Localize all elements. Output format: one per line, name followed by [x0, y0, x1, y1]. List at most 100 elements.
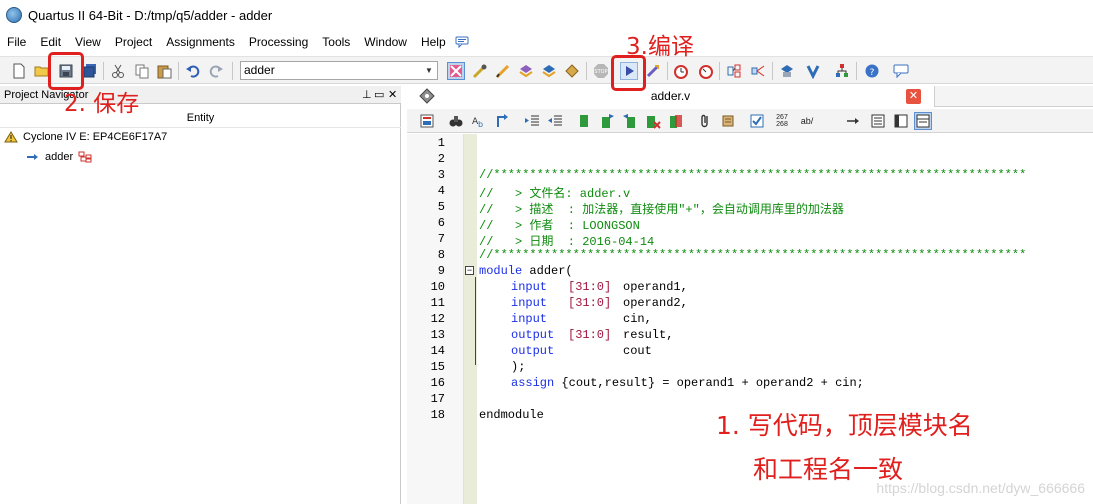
code-line: // > 作者 : LOONGSON — [479, 219, 640, 233]
line-number: 3 — [437, 168, 445, 182]
timing-analyzer-icon[interactable] — [697, 62, 715, 80]
code-line: // > 文件名: adder.v — [479, 187, 631, 201]
keyword: module — [479, 264, 523, 278]
code-line: input — [511, 280, 547, 294]
netlist-viewer-icon[interactable] — [749, 62, 767, 80]
design-partition-icon[interactable] — [447, 62, 465, 80]
split-view-icon[interactable] — [914, 112, 932, 130]
indent-icon[interactable] — [523, 112, 541, 130]
code-line: endmodule — [479, 408, 544, 422]
timing-settings-icon[interactable] — [540, 62, 558, 80]
entity-selector[interactable]: adder ▼ — [240, 61, 438, 80]
pin-icon[interactable]: ⊥ — [362, 86, 372, 104]
prev-bookmark-icon[interactable] — [621, 112, 639, 130]
code-line: assign {cout,result} = operand1 + operan… — [511, 376, 864, 390]
chip-editor-icon[interactable] — [833, 62, 851, 80]
menu-tools[interactable]: Tools — [315, 35, 357, 49]
analysis-elaboration-icon[interactable] — [644, 62, 662, 80]
menu-window[interactable]: Window — [357, 35, 414, 49]
window-title: Quartus II 64-Bit - D:/tmp/q5/adder - ad… — [28, 7, 273, 23]
editor-tab-bar: adder.v ✕ — [407, 86, 1093, 107]
stop-icon[interactable]: STOP — [592, 62, 610, 80]
code-text: adder( — [522, 264, 573, 278]
chevron-down-icon[interactable]: ▼ — [421, 62, 437, 79]
code-text: result, — [623, 328, 674, 342]
menu-help[interactable]: Help — [414, 35, 453, 49]
signaltap-icon[interactable] — [804, 62, 822, 80]
line-number: 6 — [437, 216, 445, 230]
bookmark-icon[interactable] — [575, 112, 593, 130]
line-number: 17 — [430, 392, 445, 406]
menu-assignments[interactable]: Assignments — [159, 35, 242, 49]
find-icon[interactable] — [447, 112, 465, 130]
top-entity-name: adder — [45, 151, 74, 163]
line-number: 9 — [437, 264, 445, 278]
line-number: 2 — [437, 152, 445, 166]
code-range: [31:0] — [568, 296, 612, 310]
code-line: output — [511, 344, 554, 358]
code-range: [31:0] — [568, 280, 612, 294]
line-number: 18 — [430, 408, 445, 422]
help-icon[interactable]: ? — [863, 62, 881, 80]
line-numbers-toggle[interactable]: 267 268 — [773, 112, 791, 130]
copy-icon[interactable] — [133, 62, 151, 80]
programmer-icon[interactable] — [778, 62, 796, 80]
menu-processing[interactable]: Processing — [242, 35, 315, 49]
help-chat-icon[interactable] — [455, 36, 469, 48]
annotation-step3: 3.编译 — [626, 34, 694, 60]
attach-icon[interactable] — [696, 112, 714, 130]
scroll-icon[interactable] — [719, 112, 737, 130]
delete-bookmark-icon[interactable] — [644, 112, 662, 130]
timequest-icon[interactable] — [672, 62, 690, 80]
close-tab-icon[interactable]: ✕ — [906, 89, 921, 104]
rtl-viewer-icon[interactable] — [725, 62, 743, 80]
assignment-editor-icon[interactable] — [471, 62, 489, 80]
check-syntax-icon[interactable] — [748, 112, 766, 130]
title-bar: Quartus II 64-Bit - D:/tmp/q5/adder - ad… — [0, 0, 1093, 30]
spell-check-toggle[interactable]: ab/ — [798, 112, 816, 130]
arrow-right-icon[interactable] — [844, 112, 862, 130]
line-number: 7 — [437, 232, 445, 246]
cut-icon[interactable] — [109, 62, 127, 80]
code-line: // > 日期 : 2016-04-14 — [479, 235, 655, 249]
line-number: 11 — [430, 296, 445, 310]
main-toolbar: STOP ? — [0, 56, 1093, 84]
tab-adder-v[interactable]: adder.v ✕ — [407, 86, 935, 107]
settings-icon[interactable] — [563, 62, 581, 80]
editor-toolbar: Ab 267 268 ab/ — [407, 109, 1093, 133]
redo-icon[interactable] — [207, 62, 225, 80]
code-text: operand1, — [623, 280, 688, 294]
clear-bookmarks-icon[interactable] — [667, 112, 685, 130]
restore-window-icon[interactable]: ▭ — [374, 86, 384, 104]
find-replace-icon[interactable]: Ab — [470, 112, 488, 130]
undo-icon[interactable] — [184, 62, 202, 80]
next-bookmark-icon[interactable] — [598, 112, 616, 130]
entity-column-header[interactable]: Entity — [0, 108, 401, 128]
paste-icon[interactable] — [155, 62, 173, 80]
line-number-gutter: 1 2 3 4 5 6 7 8 9 10 11 12 13 14 15 16 1… — [407, 134, 464, 504]
line-number: 5 — [437, 200, 445, 214]
entity-arrow-icon — [27, 154, 38, 160]
goto-icon[interactable] — [493, 112, 511, 130]
unindent-icon[interactable] — [546, 112, 564, 130]
new-file-icon[interactable] — [10, 62, 28, 80]
page-alt-icon[interactable] — [892, 112, 910, 130]
code-text: operand2, — [623, 296, 688, 310]
menu-file[interactable]: File — [0, 35, 33, 49]
chip-planner-icon[interactable] — [517, 62, 535, 80]
fold-guide — [475, 277, 476, 365]
feedback-icon[interactable] — [892, 62, 910, 80]
menu-project[interactable]: Project — [108, 35, 159, 49]
device-row[interactable]: Cyclone IV E: EP4CE6F17A7 — [4, 131, 167, 143]
code-line: //**************************************… — [479, 168, 1027, 182]
menu-view[interactable]: View — [68, 35, 108, 49]
page-icon[interactable] — [869, 112, 887, 130]
menu-edit[interactable]: Edit — [33, 35, 68, 49]
template-icon[interactable] — [418, 112, 436, 130]
pin-planner-edit-icon[interactable] — [494, 62, 512, 80]
code-area[interactable]: //**************************************… — [478, 134, 1093, 504]
quartus-app-icon — [6, 7, 22, 23]
fold-toggle-icon[interactable]: − — [465, 266, 474, 275]
top-entity-row[interactable]: adder — [26, 151, 92, 163]
close-panel-icon[interactable]: ✕ — [388, 86, 397, 104]
